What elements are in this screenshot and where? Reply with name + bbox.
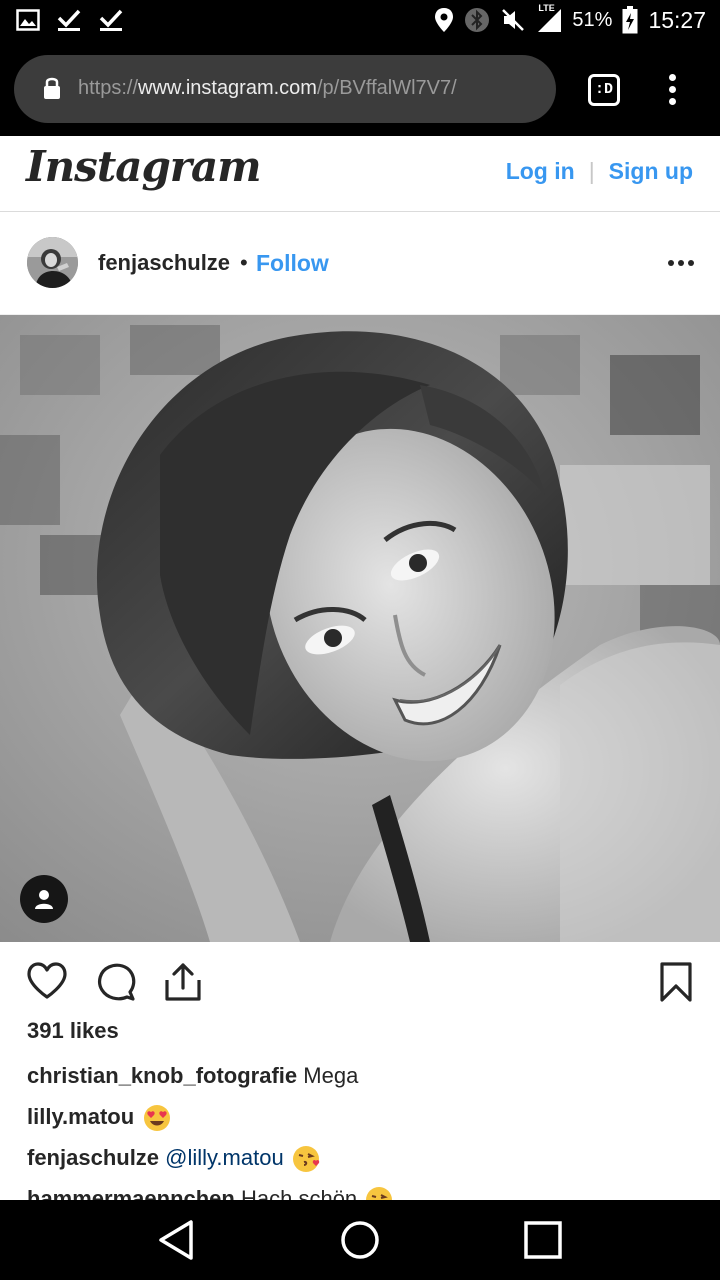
comment-item: lilly.matou	[27, 1101, 707, 1142]
battery-icon	[622, 6, 638, 34]
avatar[interactable]	[27, 237, 78, 288]
url-scheme: https://	[78, 77, 139, 99]
bullet-separator: •	[240, 250, 248, 275]
comment-text: Mega	[303, 1063, 359, 1088]
post-actions	[0, 942, 720, 1020]
signup-link[interactable]: Sign up	[609, 158, 693, 185]
url-host: www.instagram.com	[138, 77, 317, 99]
overflow-menu-icon[interactable]	[664, 74, 680, 108]
auth-links: Log in | Sign up	[506, 158, 693, 185]
signal-icon: LTE	[536, 3, 562, 33]
bluetooth-icon	[465, 8, 490, 32]
comment-username[interactable]: lilly.matou	[27, 1104, 134, 1129]
battery-percent: 51%	[572, 8, 613, 31]
kiss-emoji-icon	[366, 1187, 393, 1200]
android-nav-bar	[0, 1200, 720, 1280]
location-icon	[435, 8, 454, 32]
check-icon	[99, 9, 123, 31]
url-bar[interactable]: https://www.instagram.com/p/BVffalWl7V7/	[14, 55, 556, 123]
back-icon[interactable]	[156, 1218, 196, 1262]
post-photo[interactable]	[0, 315, 720, 942]
comments-list: christian_knob_fotografie Mega lilly.mat…	[27, 1060, 707, 1200]
recents-icon[interactable]	[523, 1218, 563, 1262]
bookmark-icon[interactable]	[660, 962, 692, 1002]
follow-button[interactable]: Follow	[256, 250, 329, 277]
heart-eyes-emoji-icon	[144, 1105, 171, 1132]
status-bar: LTE 51% 15:27	[0, 0, 720, 42]
more-options-icon[interactable]	[668, 260, 694, 266]
login-link[interactable]: Log in	[506, 158, 575, 185]
likes-count[interactable]: 391 likes	[27, 1018, 119, 1044]
browser-toolbar: https://www.instagram.com/p/BVffalWl7V7/…	[0, 42, 720, 136]
mute-icon	[502, 9, 525, 31]
url-text: https://www.instagram.com/p/BVffalWl7V7/	[78, 77, 457, 100]
comment-item: fenjaschulze @lilly.matou	[27, 1142, 707, 1183]
tab-switcher-button[interactable]: :D	[588, 74, 620, 106]
share-icon[interactable]	[164, 962, 202, 1002]
image-icon	[16, 9, 40, 31]
comment-username[interactable]: christian_knob_fotografie	[27, 1063, 297, 1088]
clock: 15:27	[648, 6, 706, 33]
instagram-header: Instagram Log in | Sign up	[0, 136, 720, 212]
comment-icon[interactable]	[96, 962, 136, 1002]
comment-item: hammermaennchen Hach schön	[27, 1183, 707, 1200]
post-username[interactable]: fenjaschulze	[98, 250, 230, 276]
comment-username[interactable]: fenjaschulze	[27, 1145, 159, 1170]
comment-item: christian_knob_fotografie Mega	[27, 1060, 707, 1101]
comment-mention[interactable]: @lilly.matou	[165, 1145, 284, 1170]
lock-icon	[44, 77, 60, 99]
comment-username[interactable]: hammermaennchen	[27, 1186, 235, 1200]
comment-text: Hach schön	[240, 1186, 358, 1200]
home-icon[interactable]	[339, 1218, 381, 1262]
auth-separator: |	[588, 158, 595, 184]
like-heart-icon[interactable]	[26, 962, 68, 1000]
instagram-logo[interactable]: Instagram	[26, 142, 262, 191]
user-tag-icon[interactable]	[20, 875, 68, 923]
url-path: /p/BVffalWl7V7/	[316, 77, 457, 99]
check-icon	[57, 9, 81, 31]
post-header: fenjaschulze • Follow	[0, 212, 720, 315]
kiss-emoji-icon	[292, 1146, 320, 1173]
